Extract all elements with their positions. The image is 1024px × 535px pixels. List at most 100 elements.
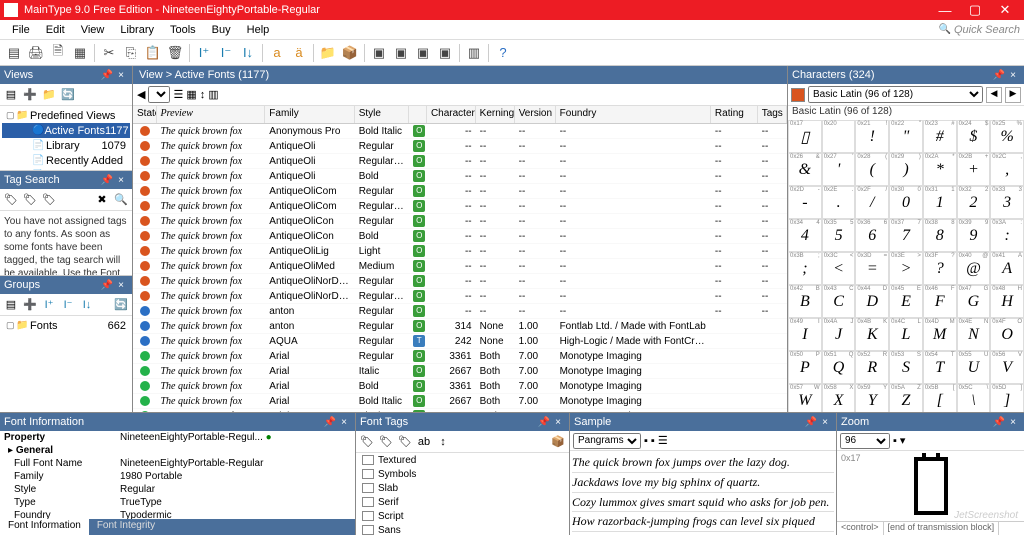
- tag-item[interactable]: Textured: [356, 453, 569, 467]
- new-tag-icon[interactable]: 📦: [549, 433, 567, 451]
- clear-icon[interactable]: ✖: [93, 191, 111, 209]
- char-cell[interactable]: 0x3444: [788, 219, 822, 252]
- char-cell[interactable]: 0x3222: [957, 186, 991, 219]
- pin-icon[interactable]: 📌: [100, 280, 114, 291]
- char-cell[interactable]: 0x3E>>: [889, 252, 923, 285]
- char-cell[interactable]: 0x25%%: [990, 120, 1024, 153]
- help-icon[interactable]: ?: [493, 43, 513, 63]
- char-cell[interactable]: 0x3777: [889, 219, 923, 252]
- font-row[interactable]: The quick brown foxAntiqueOliComRegular …: [133, 199, 787, 214]
- maximize-button[interactable]: ▢: [960, 2, 990, 18]
- char-cell[interactable]: 0x27'': [822, 153, 856, 186]
- char-cell[interactable]: 0x3999: [957, 219, 991, 252]
- font-row[interactable]: The quick brown foxArialBlackO671Both5.2…: [133, 409, 787, 412]
- sort-icon[interactable]: ↕: [200, 89, 206, 101]
- group-icon[interactable]: ▤: [2, 296, 20, 314]
- column-header[interactable]: Preview: [157, 106, 266, 123]
- font-row[interactable]: The quick brown foxAntiqueOliRegular Ita…: [133, 154, 787, 169]
- close-icon[interactable]: ×: [1006, 70, 1020, 81]
- pin-icon[interactable]: 📌: [992, 70, 1006, 81]
- add-icon[interactable]: ➕: [21, 296, 39, 314]
- pin-icon[interactable]: 📌: [100, 175, 114, 186]
- char-cell[interactable]: 0x3C<<: [822, 252, 856, 285]
- char-cell[interactable]: 0x21!!: [855, 120, 889, 153]
- char-cell[interactable]: 0x2C,,: [990, 153, 1024, 186]
- char-cell[interactable]: 0x2D--: [788, 186, 822, 219]
- column-header[interactable]: Tags: [758, 106, 787, 123]
- color-icon[interactable]: ▪: [893, 435, 897, 447]
- char-cell[interactable]: 0x44DD: [855, 285, 889, 318]
- char-cell[interactable]: 0x2F//: [855, 186, 889, 219]
- refresh-icon[interactable]: 🔄: [112, 296, 130, 314]
- close-icon[interactable]: ×: [1006, 417, 1020, 428]
- search-icon[interactable]: 🔍: [112, 191, 130, 209]
- next-block-button[interactable]: ▶: [1005, 87, 1021, 103]
- char-cell[interactable]: 0x54TT: [923, 351, 957, 384]
- install-icon[interactable]: I⁺: [194, 43, 214, 63]
- char-cell[interactable]: 0x41AA: [990, 252, 1024, 285]
- menu-view[interactable]: View: [73, 24, 113, 36]
- font-row[interactable]: The quick brown foxAntiqueOliConBoldO---…: [133, 229, 787, 244]
- char-cell[interactable]: 0x50PP: [788, 351, 822, 384]
- char-cell[interactable]: 0x3888: [923, 219, 957, 252]
- column-header[interactable]: Rating: [711, 106, 758, 123]
- char-cell[interactable]: 0x5AZZ: [889, 384, 923, 412]
- task2-icon[interactable]: ▣: [391, 43, 411, 63]
- font-row[interactable]: The quick brown foxAntiqueOliNorDRegRegu…: [133, 289, 787, 304]
- char-cell[interactable]: 0x4BKK: [855, 318, 889, 351]
- char-cell[interactable]: 0x17▯: [788, 120, 822, 153]
- char-cell[interactable]: 0x3000: [889, 186, 923, 219]
- refresh-icon[interactable]: 🔄: [59, 86, 77, 104]
- install-icon[interactable]: I⁺: [40, 296, 58, 314]
- close-icon[interactable]: ×: [114, 280, 128, 291]
- pin-icon[interactable]: 📌: [537, 417, 551, 428]
- tag-icon[interactable]: 🏷: [2, 191, 20, 209]
- print-icon[interactable]: 🖨: [26, 43, 46, 63]
- tag-icon[interactable]: 🏷: [377, 433, 395, 451]
- font-row[interactable]: The quick brown foxantonRegularO314None1…: [133, 319, 787, 334]
- tag-icon[interactable]: 🏷: [21, 191, 39, 209]
- column-header[interactable]: Version: [515, 106, 556, 123]
- font-row[interactable]: The quick brown foxArialBold ItalicO2667…: [133, 394, 787, 409]
- block-select[interactable]: Basic Latin (96 of 128): [808, 86, 983, 103]
- char-cell[interactable]: 0x4FOO: [990, 318, 1024, 351]
- preview-icon[interactable]: 🗎: [48, 43, 68, 63]
- char-cell[interactable]: 0x3A::: [990, 219, 1024, 252]
- menu-tools[interactable]: Tools: [162, 24, 204, 36]
- color-icon[interactable]: ▾: [900, 434, 906, 447]
- pin-icon[interactable]: 📌: [100, 70, 114, 81]
- font-row[interactable]: The quick brown foxAntiqueOliComRegularO…: [133, 184, 787, 199]
- font-row[interactable]: The quick brown foxAntiqueOliBoldO------…: [133, 169, 787, 184]
- tag-item[interactable]: Serif: [356, 495, 569, 509]
- close-icon[interactable]: ×: [818, 417, 832, 428]
- tag-item[interactable]: Symbols: [356, 467, 569, 481]
- tree-root[interactable]: ▢📁Predefined Views: [2, 108, 130, 123]
- char-cell[interactable]: 0x26&&: [788, 153, 822, 186]
- char-cell[interactable]: 0x59YY: [855, 384, 889, 412]
- char-cell[interactable]: 0x46FF: [923, 285, 957, 318]
- menu-edit[interactable]: Edit: [38, 24, 73, 36]
- font-row[interactable]: The quick brown foxAntiqueOliLigLightO--…: [133, 244, 787, 259]
- task1-icon[interactable]: ▣: [369, 43, 389, 63]
- menu-help[interactable]: Help: [239, 24, 278, 36]
- sort-icon[interactable]: ↕: [434, 433, 452, 451]
- size3-icon[interactable]: ☰: [658, 434, 668, 447]
- tree-icon[interactable]: ▤: [2, 86, 20, 104]
- view-item[interactable]: 🔵Active Fonts1177: [2, 123, 130, 138]
- panel-icon[interactable]: ▥: [464, 43, 484, 63]
- view-item[interactable]: 📄Library1079: [2, 138, 130, 153]
- load-icon[interactable]: I↓: [238, 43, 258, 63]
- column-header[interactable]: [409, 106, 427, 123]
- group-item[interactable]: ▢📁Fonts662: [2, 318, 130, 333]
- char-cell[interactable]: 0x23##: [923, 120, 957, 153]
- char-cell[interactable]: 0x43CC: [822, 285, 856, 318]
- char-cell[interactable]: 0x2A**: [923, 153, 957, 186]
- task4-icon[interactable]: ▣: [435, 43, 455, 63]
- font-row[interactable]: The quick brown foxArialRegularO3361Both…: [133, 349, 787, 364]
- font-row[interactable]: The quick brown foxAnonymous ProBold Ita…: [133, 124, 787, 139]
- char-cell[interactable]: 0x42BB: [788, 285, 822, 318]
- font-row[interactable]: The quick brown foxAntiqueOliNorDRegRegu…: [133, 274, 787, 289]
- char-cell[interactable]: 0x4AJJ: [822, 318, 856, 351]
- view2-icon[interactable]: ▦: [186, 88, 196, 101]
- folder-icon[interactable]: 📁: [40, 86, 58, 104]
